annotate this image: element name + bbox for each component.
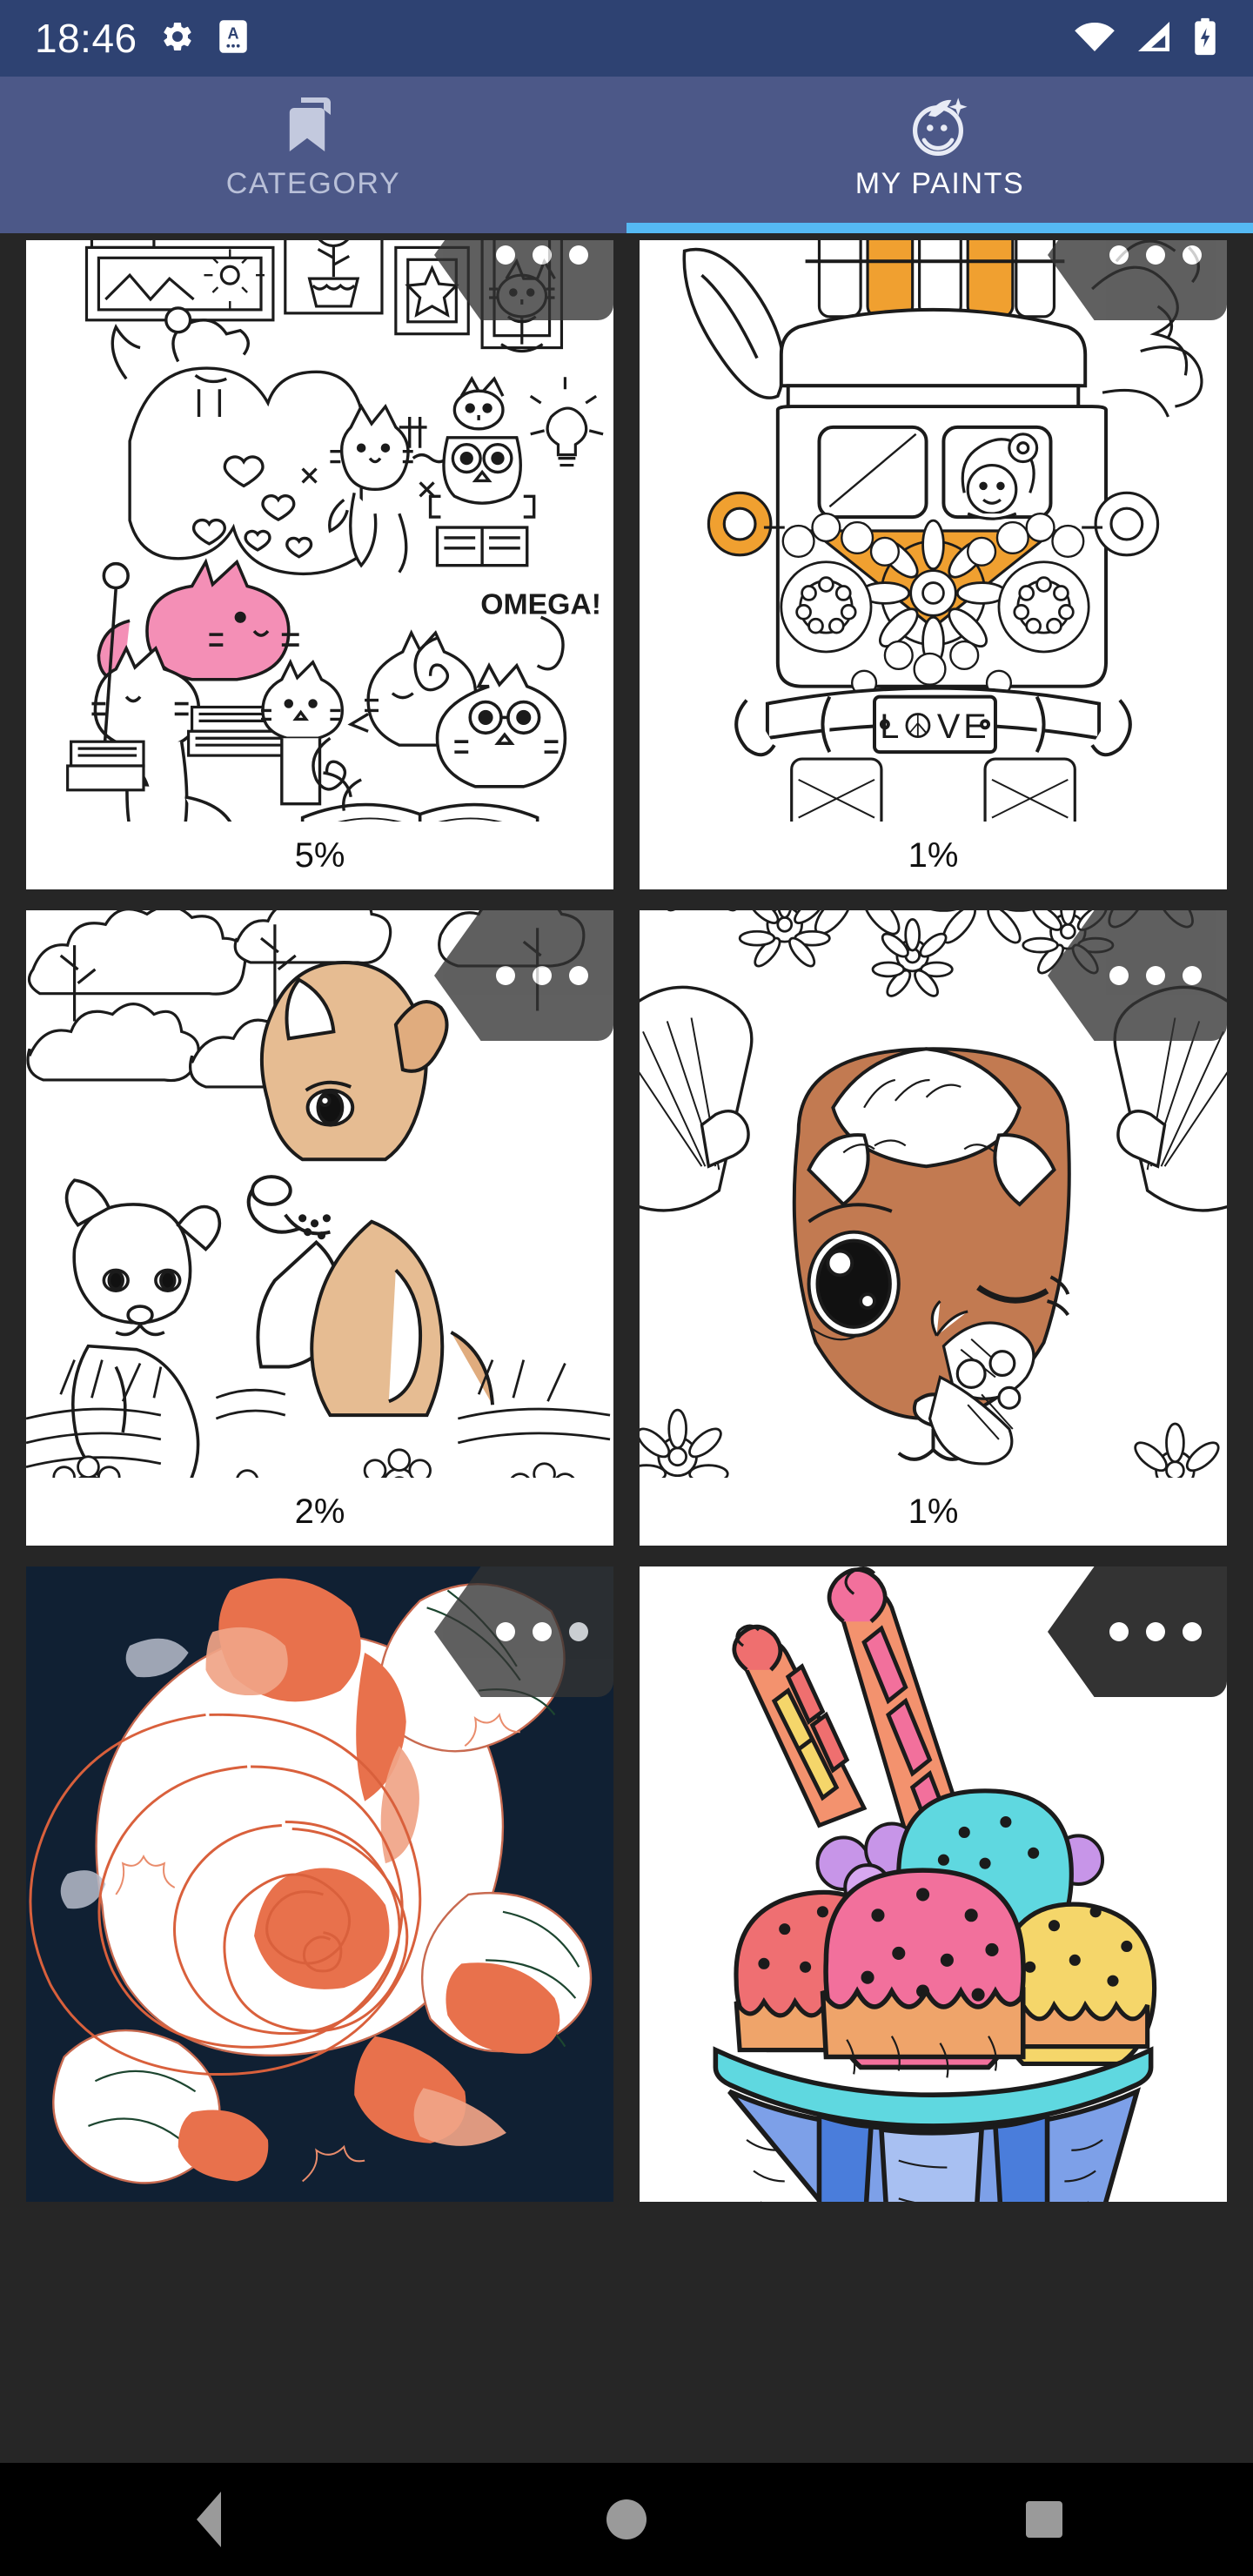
overflow-dot xyxy=(533,245,552,265)
tab-category[interactable]: CATEGORY xyxy=(0,77,626,233)
tab-my-paints-label: MY PAINTS xyxy=(854,167,1025,200)
overflow-dot xyxy=(1109,966,1129,985)
paint-thumbnail[interactable] xyxy=(640,1566,1227,2202)
paint-thumbnail[interactable] xyxy=(26,910,613,1478)
paint-thumbnail[interactable]: OMEGA! xyxy=(26,240,613,822)
paint-progress-label: 1% xyxy=(640,822,1227,889)
tab-my-paints[interactable]: MY PAINTS xyxy=(626,77,1253,233)
paint-thumbnail[interactable]: L☮VE xyxy=(640,240,1227,822)
tab-bar: CATEGORY MY PAINTS xyxy=(0,77,1253,233)
status-bar: 18:46 A xyxy=(0,0,1253,77)
overflow-dot xyxy=(1183,1622,1202,1641)
overflow-dot xyxy=(496,966,515,985)
svg-text:L☮VE: L☮VE xyxy=(880,708,989,746)
overflow-dot xyxy=(533,966,552,985)
overflow-dot xyxy=(496,245,515,265)
overflow-dot xyxy=(1109,1622,1129,1641)
square-recents-icon xyxy=(1026,2501,1062,2538)
status-clock: 18:46 xyxy=(35,16,137,61)
status-bar-left: 18:46 A xyxy=(35,18,249,59)
paint-progress-label: 5% xyxy=(26,822,613,889)
gear-icon xyxy=(160,19,195,58)
status-bar-right xyxy=(1074,17,1218,60)
tab-active-indicator xyxy=(626,223,1253,233)
overflow-dot xyxy=(496,1622,515,1641)
overflow-dot xyxy=(569,1622,588,1641)
triangle-back-icon xyxy=(197,2492,221,2547)
overflow-dot xyxy=(1183,245,1202,265)
paint-progress-label: 2% xyxy=(26,1478,613,1546)
android-navigation-bar xyxy=(0,2463,1253,2576)
paint-card-rabbit-butterfly-flowers[interactable]: 1% xyxy=(640,910,1227,1546)
paint-thumbnail[interactable] xyxy=(640,910,1227,1478)
paint-thumbnail[interactable] xyxy=(26,1566,613,2202)
app-screen: 18:46 A CATEGORY MY PAINTS OMEGA! 5% L☮V… xyxy=(0,0,1253,2576)
paint-card-ice-cream-sundae[interactable] xyxy=(640,1566,1227,2202)
overflow-dot xyxy=(1146,966,1165,985)
paint-progress-label: 1% xyxy=(640,1478,1227,1546)
screenshot-icon: A xyxy=(218,18,249,59)
overflow-dot xyxy=(1109,245,1129,265)
tab-category-label: CATEGORY xyxy=(225,167,401,200)
nav-home-button[interactable] xyxy=(539,2463,714,2576)
overflow-dot xyxy=(569,245,588,265)
overflow-dot xyxy=(1146,1622,1165,1641)
nav-recents-button[interactable] xyxy=(957,2463,1131,2576)
paint-card-rose-bloom[interactable] xyxy=(26,1566,613,2202)
circle-home-icon xyxy=(606,2499,647,2539)
overflow-dot xyxy=(1183,966,1202,985)
nav-back-button[interactable] xyxy=(122,2463,296,2576)
svg-text:A: A xyxy=(227,24,238,42)
face-sparkle-icon xyxy=(908,91,972,164)
paint-card-dog-puppies-meadow[interactable]: 2% xyxy=(26,910,613,1546)
paint-card-hippie-van[interactable]: L☮VE 1% xyxy=(640,240,1227,889)
overflow-dot xyxy=(569,966,588,985)
overflow-dot xyxy=(1146,245,1165,265)
bookmark-icon xyxy=(283,91,344,164)
overflow-dot xyxy=(533,1622,552,1641)
cellular-signal-icon xyxy=(1135,19,1173,58)
paints-grid[interactable]: OMEGA! 5% L☮VE 1% 2% 1% xyxy=(0,233,1253,2463)
wifi-icon xyxy=(1074,19,1116,58)
svg-text:OMEGA!: OMEGA! xyxy=(480,587,601,621)
paint-card-cats-bookshelf[interactable]: OMEGA! 5% xyxy=(26,240,613,889)
battery-charging-icon xyxy=(1192,17,1218,60)
